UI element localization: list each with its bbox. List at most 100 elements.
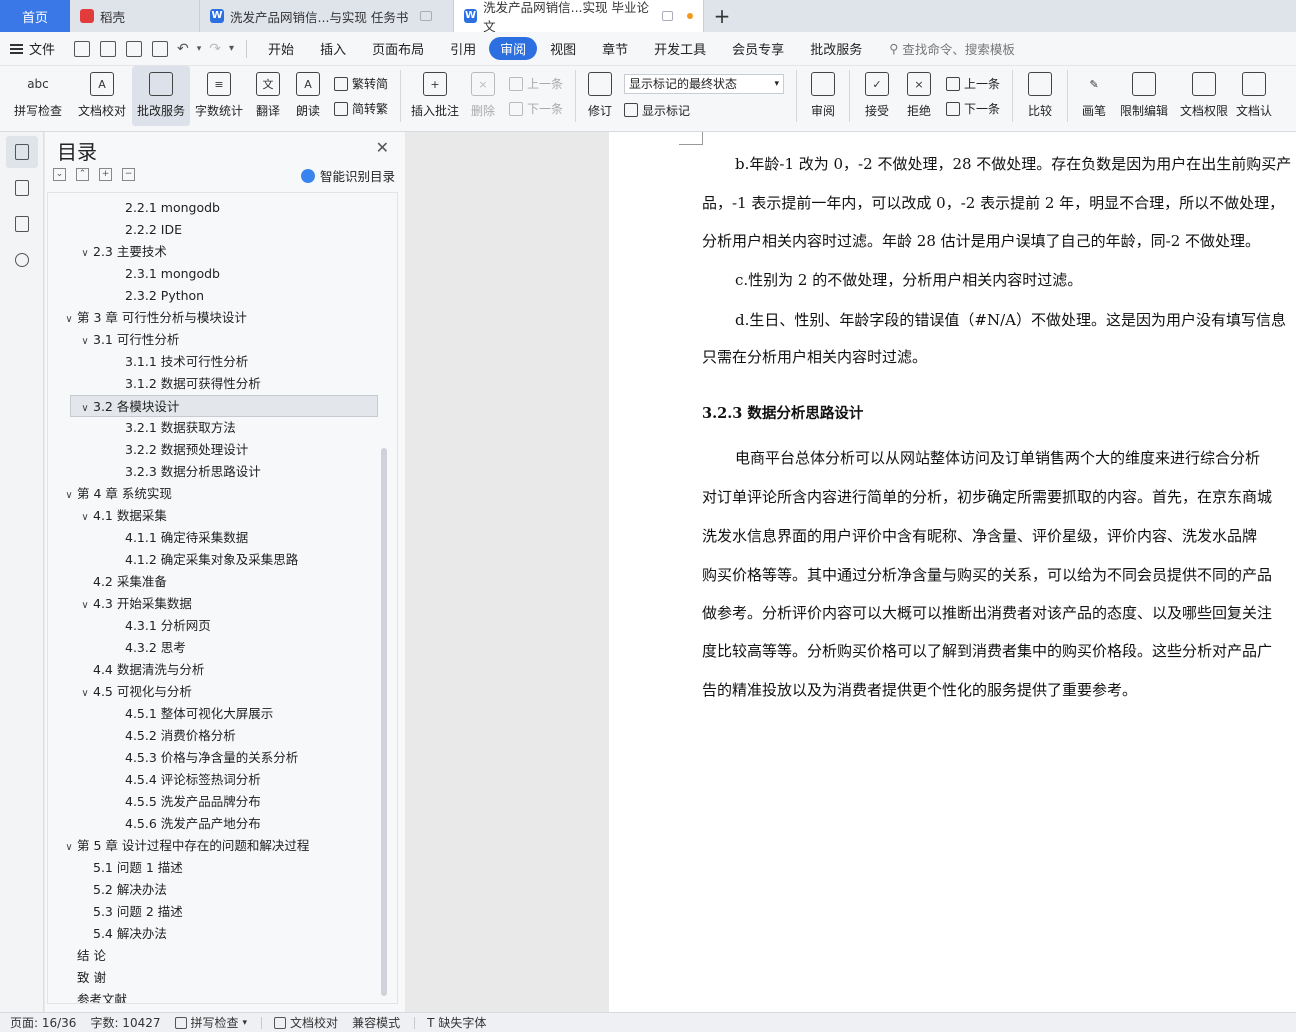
file-menu[interactable]: 文件: [10, 39, 55, 58]
next-change-button[interactable]: 下一条: [946, 100, 1000, 117]
review-service-label: 批改服务: [136, 104, 185, 118]
status-bar: 页面: 16/36 字数: 10427 拼写检查 ▾ 文档校对 兼容模式 T 缺…: [0, 1012, 1296, 1032]
ink-button[interactable]: ✎ 画笔: [1074, 66, 1114, 126]
restrict-edit-button[interactable]: 限制编辑: [1114, 66, 1174, 126]
menu-layout[interactable]: 页面布局: [359, 39, 437, 58]
simp-to-trad-button[interactable]: 简转繁: [334, 100, 388, 117]
find-panel-button[interactable]: [6, 244, 38, 276]
collapse-icon[interactable]: ⌃: [76, 168, 89, 181]
tab-task-book[interactable]: W 洗发产品网销信...与实现 任务书: [200, 0, 454, 32]
chevron-down-icon[interactable]: ∨: [61, 837, 77, 859]
read-aloud-button[interactable]: A 朗读: [288, 66, 328, 126]
toc-list: 2.2.1 mongodb 2.2.2 IDE ∨ 2.3 主要技术 2.3.1 mon…: [47, 192, 398, 1004]
toc-item-label: 2.3.2 Python: [125, 288, 205, 303]
menu-home[interactable]: 开始: [255, 39, 307, 58]
menu-bar: 文件 ↶ ▾ ↷ ▾ 开始 插入 页面布局 引用 审阅 视图 章节 开发工具 会…: [0, 32, 1296, 66]
window-icon[interactable]: [662, 11, 674, 21]
translate-button[interactable]: 文 翻译: [248, 66, 288, 126]
nav-panel-button[interactable]: [6, 172, 38, 204]
smart-toc-button[interactable]: 智能识别目录: [300, 166, 395, 185]
prev-comment-button[interactable]: 上一条: [509, 75, 563, 92]
compare-button[interactable]: 比较: [1019, 66, 1061, 126]
document-page[interactable]: b.年龄-1 改为 0，-2 不做处理，28 不做处理。存在负数是因为用户在出生…: [609, 132, 1296, 1012]
chevron-down-icon[interactable]: ∨: [61, 485, 77, 507]
prev-change-button[interactable]: 上一条: [946, 75, 1000, 92]
chevron-down-icon[interactable]: ∨: [61, 309, 77, 331]
spellcheck-status[interactable]: 拼写检查 ▾: [174, 1014, 247, 1031]
paragraph-line: b.年龄-1 改为 0，-2 不做处理，28 不做处理。存在负数是因为用户在出生…: [735, 155, 1292, 173]
export-icon[interactable]: [100, 40, 117, 57]
new-tab-button[interactable]: +: [704, 0, 740, 32]
close-icon[interactable]: ✕: [376, 138, 389, 157]
menu-member[interactable]: 会员专享: [719, 39, 797, 58]
search-icon: [15, 253, 29, 267]
toc-item[interactable]: ∨ 3.2 各模块设计: [70, 395, 378, 417]
menu-insert[interactable]: 插入: [307, 39, 359, 58]
menu-review[interactable]: 审阅: [489, 37, 538, 60]
save-icon[interactable]: [74, 40, 91, 57]
divider: [849, 70, 851, 122]
toc-item-label: 4.5.5 洗发产品品牌分布: [125, 794, 261, 809]
missing-font-status[interactable]: T 缺失字体: [427, 1014, 486, 1031]
redo-icon[interactable]: ↷: [209, 41, 221, 57]
track-changes-icon: [588, 72, 613, 96]
print-preview-icon[interactable]: [152, 40, 169, 57]
reject-button[interactable]: × 拒绝: [898, 66, 940, 126]
command-search[interactable]: ⚲ 查找命令、搜索模板: [889, 39, 1015, 58]
chevron-down-icon[interactable]: ∨: [77, 507, 93, 529]
next-comment-button[interactable]: 下一条: [509, 100, 563, 117]
review-pane-button[interactable]: 审阅: [803, 66, 843, 126]
word-count-label: 字数统计: [194, 104, 243, 118]
paragraph-line: d.生日、性别、年龄字段的错误值（#N/A）不做处理。这是因为用户没有填写信息: [735, 311, 1286, 329]
delete-comment-button[interactable]: × 删除: [463, 66, 503, 126]
bookmark-panel-button[interactable]: [6, 208, 38, 240]
word-count-button[interactable]: ≡ 字数统计: [190, 66, 248, 126]
toc-scrollbar[interactable]: [381, 448, 387, 996]
undo-dropdown-icon[interactable]: ▾: [197, 44, 202, 54]
menu-view[interactable]: 视图: [537, 39, 589, 58]
menu-references[interactable]: 引用: [437, 39, 489, 58]
more-icon[interactable]: ▾: [229, 43, 234, 54]
add-heading-icon[interactable]: +: [99, 168, 112, 181]
markup-select[interactable]: 显示标记的最终状态 ▾: [624, 73, 785, 94]
delete-comment-label: 删除: [471, 104, 496, 118]
tab-thesis[interactable]: W 洗发产品网销信...实现 毕业论文: [454, 0, 704, 34]
track-changes-button[interactable]: 修订: [582, 66, 618, 126]
toc-panel-button[interactable]: [6, 136, 38, 168]
divider: [246, 39, 248, 58]
doc-proof-button[interactable]: A 文档校对: [72, 66, 132, 126]
tab-docer[interactable]: 稻壳: [70, 0, 200, 32]
chevron-down-icon[interactable]: ∨: [77, 683, 93, 705]
page-indicator[interactable]: 页面: 16/36: [10, 1014, 76, 1031]
doc-proof-label: 文档校对: [77, 104, 126, 118]
reject-icon: ×: [907, 72, 932, 96]
chevron-down-icon[interactable]: ∨: [77, 243, 93, 265]
doc-cert-button[interactable]: 文档认: [1234, 66, 1274, 126]
tab-home[interactable]: 首页: [0, 0, 70, 32]
remove-heading-icon[interactable]: −: [122, 168, 135, 181]
doc-permission-button[interactable]: 文档权限: [1174, 66, 1234, 126]
review-service-button[interactable]: 批改服务: [132, 66, 190, 126]
menu-developer[interactable]: 开发工具: [641, 39, 719, 58]
menu-review-service[interactable]: 批改服务: [797, 39, 875, 58]
chevron-down-icon[interactable]: ∨: [77, 331, 93, 353]
chevron-down-icon[interactable]: ∨: [77, 398, 93, 420]
show-markup-button[interactable]: 显示标记: [624, 102, 784, 119]
proof-status[interactable]: 文档校对: [274, 1014, 338, 1031]
review-pane-label: 审阅: [811, 104, 836, 118]
insert-comment-button[interactable]: + 插入批注: [407, 66, 463, 126]
toc-item-label: 5.4 解决办法: [93, 926, 167, 941]
chevron-down-icon[interactable]: ∨: [77, 595, 93, 617]
word-count-indicator[interactable]: 字数: 10427: [90, 1014, 160, 1031]
print-icon[interactable]: [126, 40, 143, 57]
menu-section[interactable]: 章节: [589, 39, 641, 58]
review-service-icon: [149, 72, 173, 96]
undo-icon[interactable]: ↶: [177, 41, 189, 57]
paragraph-line: 做参考。分析评价内容可以大概可以推断出消费者对该产品的态度、以及哪些回复关注: [702, 604, 1273, 622]
accept-button[interactable]: ✓ 接受: [856, 66, 898, 126]
expand-icon[interactable]: ⌄: [53, 168, 66, 181]
trad-to-simp-button[interactable]: 繁转简: [334, 75, 388, 92]
spellcheck-button[interactable]: abc 拼写检查: [4, 66, 72, 126]
review-pane-icon: [811, 72, 836, 96]
window-icon[interactable]: [420, 11, 433, 21]
